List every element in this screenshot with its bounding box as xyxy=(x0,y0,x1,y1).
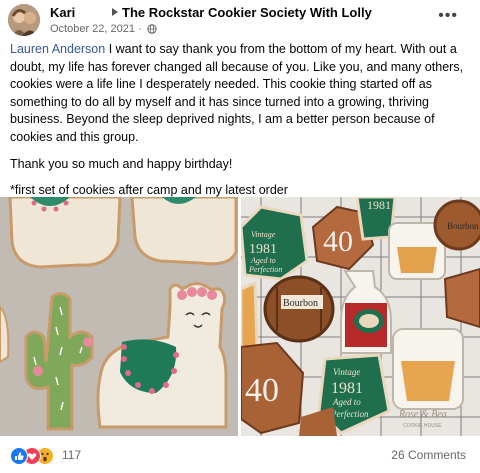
globe-icon xyxy=(147,24,157,34)
post-date[interactable]: October 22, 2021 xyxy=(50,23,135,35)
mention-link[interactable]: Lauren Anderson xyxy=(10,42,105,56)
svg-text:Aged to: Aged to xyxy=(250,256,276,265)
post-paragraph: Lauren Anderson I want to say thank you … xyxy=(10,42,464,144)
photo-grid: Vintage 1981 Aged to Perfection 40 1981 … xyxy=(0,195,480,436)
shared-to-arrow-icon xyxy=(112,8,118,16)
svg-text:Perfection: Perfection xyxy=(330,409,369,419)
big-number-bottom: 40 xyxy=(245,372,279,409)
post-header: Kari The Rockstar Cookier Society With L… xyxy=(0,0,480,40)
photo-birthday-cookies[interactable]: Vintage 1981 Aged to Perfection 40 1981 … xyxy=(239,195,480,436)
svg-text:Perfection: Perfection xyxy=(248,265,282,274)
group-name[interactable]: The Rockstar Cookier Society With Lolly xyxy=(122,5,372,20)
comments-count[interactable]: 26 Comments xyxy=(391,448,466,462)
big-number-top: 40 xyxy=(323,225,353,258)
svg-text:Vintage: Vintage xyxy=(333,367,360,377)
svg-text:1981: 1981 xyxy=(331,380,363,397)
post-footer: 117 26 Comments xyxy=(0,440,480,473)
post-paragraph: Thank you so much and happy birthday! xyxy=(10,156,233,171)
barrel-label-top: Bourbon xyxy=(447,221,479,231)
post-body: Lauren Anderson I want to say thank you … xyxy=(10,41,472,209)
more-options-icon[interactable]: ••• xyxy=(438,8,458,24)
svg-text:Aged to: Aged to xyxy=(332,397,361,407)
watermark: Rose & Bea xyxy=(398,409,447,420)
watermark-sub: COOKIE HOUSE xyxy=(403,423,442,429)
like-reaction-icon xyxy=(10,447,28,465)
plaque-year-top: 1981 xyxy=(367,198,391,212)
photo-llama-cactus-cookies[interactable] xyxy=(0,195,238,436)
post-meta: October 22, 2021 · xyxy=(50,23,157,35)
barrel-label-mid: Bourbon xyxy=(283,298,318,309)
svg-text:1981: 1981 xyxy=(249,242,277,257)
author-name[interactable]: Kari xyxy=(50,5,75,20)
avatar[interactable] xyxy=(8,4,40,36)
reaction-count[interactable]: 117 xyxy=(62,448,81,462)
svg-text:Vintage: Vintage xyxy=(251,230,276,239)
